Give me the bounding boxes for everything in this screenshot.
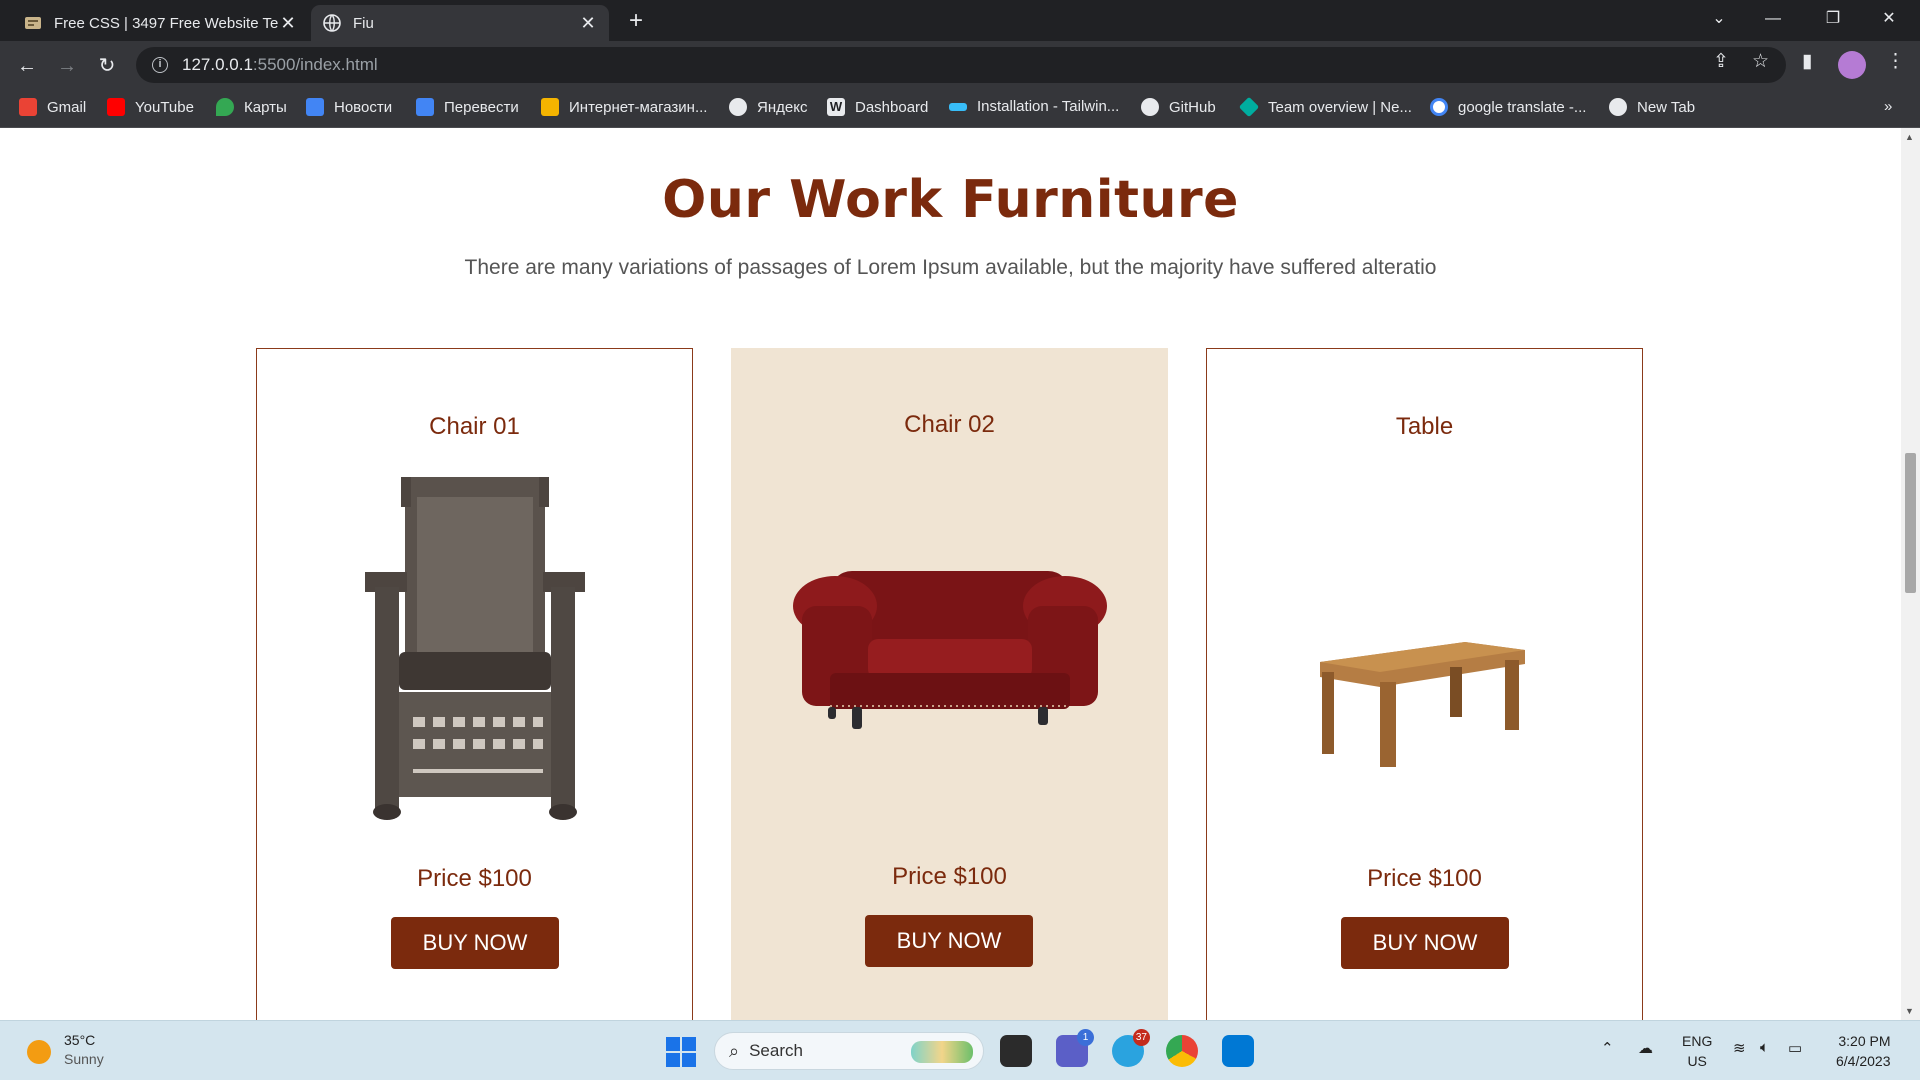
product-card-table: Table Price $100 BUY NOW	[1206, 348, 1643, 1020]
gmail-icon	[19, 98, 37, 116]
page-scrollbar[interactable]: ▲ ▼	[1901, 128, 1920, 1020]
onedrive-cloud-icon[interactable]: ☁	[1638, 1039, 1653, 1057]
weather-temperature[interactable]: 35°C	[64, 1032, 95, 1048]
bookmark-yandex[interactable]: Яндекс	[729, 98, 807, 116]
bookmark-youtube[interactable]: YouTube	[107, 98, 194, 116]
tab-title: Fiu	[353, 14, 374, 32]
reload-icon[interactable]: ↻	[92, 51, 122, 81]
netlify-icon	[1238, 96, 1260, 118]
bookmark-news[interactable]: Новости	[306, 98, 392, 116]
product-price: Price $100	[1367, 865, 1482, 892]
scroll-down-icon[interactable]: ▼	[1905, 1006, 1914, 1016]
section-title: Our Work Furniture	[662, 170, 1239, 230]
bookmark-google-translate[interactable]: google translate -...	[1430, 98, 1586, 116]
buy-now-button[interactable]: BUY NOW	[865, 915, 1033, 967]
news-icon	[306, 98, 324, 116]
menu-kebab-icon[interactable]: ⋮	[1886, 50, 1905, 73]
buy-now-button[interactable]: BUY NOW	[1341, 917, 1509, 969]
site-info-icon[interactable]: i	[152, 57, 168, 73]
show-hidden-icons[interactable]: ⌃	[1601, 1039, 1614, 1057]
product-price: Price $100	[417, 865, 532, 892]
battery-icon[interactable]: ▭	[1788, 1039, 1802, 1057]
bookmark-store[interactable]: Интернет-магазин...	[541, 98, 707, 116]
wooden-table-image	[1207, 469, 1642, 829]
scrollbar-thumb[interactable]	[1905, 453, 1916, 593]
address-bar[interactable]: i 127.0.0.1:5500/index.html	[136, 47, 1786, 83]
bookmark-new-tab[interactable]: New Tab	[1609, 98, 1695, 116]
section-subtitle: There are many variations of passages of…	[464, 256, 1437, 279]
chrome-icon[interactable]	[1166, 1035, 1198, 1067]
forward-icon[interactable]: →	[52, 51, 82, 81]
search-icon: ⌕	[729, 1040, 740, 1061]
wifi-icon[interactable]: ≋	[1733, 1039, 1746, 1057]
tab-fiu[interactable]: Fiu ✕	[311, 5, 609, 41]
scroll-up-icon[interactable]: ▲	[1905, 132, 1914, 142]
tab-free-css[interactable]: Free CSS | 3497 Free Website Ten ✕	[12, 5, 309, 41]
bookmark-tailwind[interactable]: Installation - Tailwin...	[949, 98, 1119, 115]
new-tab-button[interactable]: +	[622, 7, 650, 35]
wikipedia-icon: W	[827, 98, 845, 116]
back-icon[interactable]: ←	[12, 51, 42, 81]
bookmark-translate[interactable]: Перевести	[416, 98, 519, 116]
bookmarks-overflow-button[interactable]: »	[1884, 98, 1892, 115]
system-clock[interactable]: 3:20 PM 6/4/2023	[1836, 1031, 1891, 1071]
minimize-button[interactable]: —	[1750, 0, 1796, 41]
windows-taskbar: 35°C Sunny ⌕ Search 1 37 ⌃ ☁ ENG US ≋ 🔈︎ …	[0, 1020, 1920, 1080]
bookmark-gmail[interactable]: Gmail	[19, 98, 86, 116]
bookmarks-bar: Gmail YouTube Карты Новости Перевести Ин…	[0, 90, 1920, 128]
bookmark-netlify[interactable]: Team overview | Ne...	[1238, 96, 1412, 118]
github-icon	[1141, 98, 1159, 116]
product-name: Table	[1395, 413, 1454, 440]
red-leather-sofa-image	[731, 468, 1168, 828]
product-price: Price $100	[892, 863, 1007, 890]
translate-icon	[416, 98, 434, 116]
browser-toolbar: ← → ↻ i 127.0.0.1:5500/index.html ⇪ ☆ ▮ …	[0, 41, 1920, 90]
volume-icon[interactable]: 🔈︎	[1760, 1039, 1769, 1056]
share-icon[interactable]: ⇪	[1713, 50, 1729, 73]
tailwind-icon	[949, 102, 967, 111]
globe-icon	[323, 14, 341, 32]
close-window-button[interactable]: ✕	[1866, 0, 1912, 41]
youtube-icon	[107, 98, 125, 116]
search-placeholder: Search	[749, 1041, 803, 1060]
close-tab-icon[interactable]: ✕	[579, 13, 597, 34]
bookmark-github[interactable]: GitHub	[1141, 98, 1216, 116]
taskbar-search[interactable]: ⌕ Search	[714, 1032, 984, 1070]
globe-icon	[729, 98, 747, 116]
product-card-chair-02: Chair 02 Price $100 BUY NOW	[731, 348, 1168, 1020]
page-content: Our Work Furniture There are many variat…	[0, 128, 1901, 1020]
weather-condition[interactable]: Sunny	[64, 1051, 104, 1067]
vscode-icon[interactable]	[1222, 1035, 1254, 1067]
side-panel-icon[interactable]: ▮	[1802, 50, 1812, 73]
bookmark-maps[interactable]: Карты	[216, 98, 287, 116]
globe-icon	[1609, 98, 1627, 116]
google-icon	[1430, 98, 1448, 116]
product-name: Chair 02	[904, 411, 995, 438]
product-card-chair-01: Chair 01 Price $100 BUY NOW	[256, 348, 693, 1020]
maps-icon	[216, 98, 234, 116]
bookmark-star-icon[interactable]: ☆	[1752, 50, 1769, 73]
buy-now-button[interactable]: BUY NOW	[391, 917, 559, 969]
tab-search-icon[interactable]: ⌄	[1696, 0, 1742, 41]
teams-icon[interactable]: 1	[1056, 1029, 1094, 1067]
freecss-favicon-icon	[25, 17, 41, 29]
language-indicator[interactable]: ENG US	[1682, 1031, 1712, 1071]
telegram-icon[interactable]: 37	[1112, 1029, 1150, 1067]
wooden-throne-chair-image	[257, 469, 692, 829]
windows-start-icon[interactable]	[666, 1037, 696, 1067]
browser-tab-strip: Free CSS | 3497 Free Website Ten ✕ Fiu ✕…	[0, 0, 1920, 41]
url-text: 127.0.0.1:5500/index.html	[182, 55, 378, 74]
profile-avatar[interactable]	[1838, 51, 1866, 79]
task-view-icon[interactable]	[1000, 1035, 1032, 1067]
search-highlight-image	[911, 1041, 973, 1063]
weather-sun-icon[interactable]	[27, 1040, 51, 1064]
product-name: Chair 01	[429, 413, 520, 440]
restore-button[interactable]: ❐	[1810, 0, 1856, 41]
tab-title: Free CSS | 3497 Free Website Ten	[54, 14, 279, 32]
close-tab-icon[interactable]: ✕	[279, 13, 297, 34]
bookmark-dashboard[interactable]: W Dashboard	[827, 98, 928, 116]
store-icon	[541, 98, 559, 116]
